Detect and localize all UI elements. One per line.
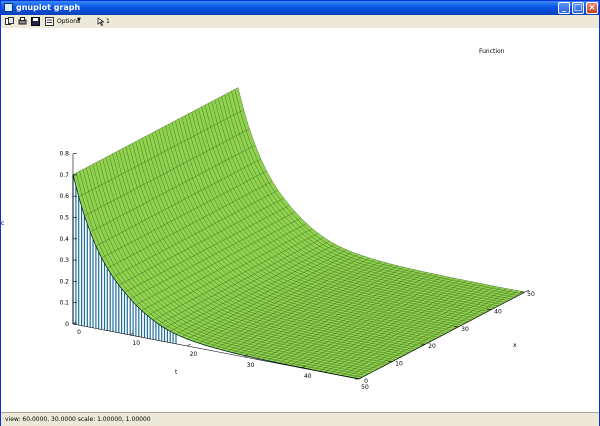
close-button[interactable]: × <box>586 2 598 14</box>
t-tick-label: 10 <box>132 340 140 347</box>
app-icon <box>4 3 13 12</box>
chevron-down-icon[interactable]: ▼ <box>77 17 81 23</box>
x-tick-label: 10 <box>395 361 403 368</box>
t-tick-label: 0 <box>77 329 81 336</box>
options-icon[interactable] <box>45 17 54 26</box>
minimize-button[interactable]: _ <box>558 2 570 14</box>
z-tick-label: 0.6 <box>59 193 69 200</box>
x-axis-label: x <box>513 342 517 349</box>
t-axis-label: t <box>175 369 178 376</box>
t-tick-label: 20 <box>190 351 198 358</box>
surface-mesh <box>72 87 525 380</box>
plot-canvas[interactable]: 0 0.1 0.2 0.3 0.4 0.5 0.6 0.7 0.8 0 10 20 30 40 50 0 10 2… <box>1 28 599 412</box>
print-icon[interactable] <box>18 17 27 26</box>
copy-icon[interactable] <box>5 17 14 26</box>
z-tick-label: 0.3 <box>59 257 69 264</box>
z-tick-label: 0.2 <box>59 278 69 285</box>
key-label: Function <box>479 48 505 55</box>
window-title: gnuplot graph <box>16 3 81 12</box>
surface-fill <box>73 87 524 379</box>
z-tick-label: 0.4 <box>59 236 69 243</box>
z-axis-label: c <box>1 220 4 227</box>
t-tick-label: 30 <box>247 362 255 369</box>
z-tick-label: 0 <box>65 321 69 328</box>
title-bar[interactable]: gnuplot graph _ □ × <box>1 1 599 15</box>
gnuplot-window: gnuplot graph _ □ × Options ▼ 1 0 0.1 0.… <box>0 0 600 426</box>
z-tick-label: 0.5 <box>59 215 69 222</box>
mouse-toggle-label[interactable]: 1 <box>106 18 110 26</box>
x-tick-label: 40 <box>494 308 502 315</box>
z-tick-label: 0.8 <box>59 151 69 158</box>
view-status-text: view: 60.0000, 30.0000 scale: 1.00000, 1… <box>5 416 151 423</box>
x-tick-label: 30 <box>461 326 469 333</box>
save-icon[interactable] <box>31 17 40 26</box>
z-tick-label: 0.7 <box>59 172 69 179</box>
t-tick-label: 50 <box>361 384 369 391</box>
x-tick-label: 50 <box>527 291 535 298</box>
surface-plot: 00.10.20.30.40.50.60.70.8010203040500102… <box>1 48 535 391</box>
t-tick <box>187 343 191 347</box>
maximize-button[interactable]: □ <box>572 2 584 14</box>
mouse-icon[interactable] <box>97 17 104 26</box>
status-bar: view: 60.0000, 30.0000 scale: 1.00000, 1… <box>1 412 599 426</box>
toolbar: Options ▼ 1 <box>1 15 599 29</box>
x-tick-label: 20 <box>428 343 436 350</box>
x-tick-label: 0 <box>364 378 368 385</box>
z-tick-label: 0.1 <box>59 300 69 307</box>
t-tick-label: 40 <box>304 373 312 380</box>
